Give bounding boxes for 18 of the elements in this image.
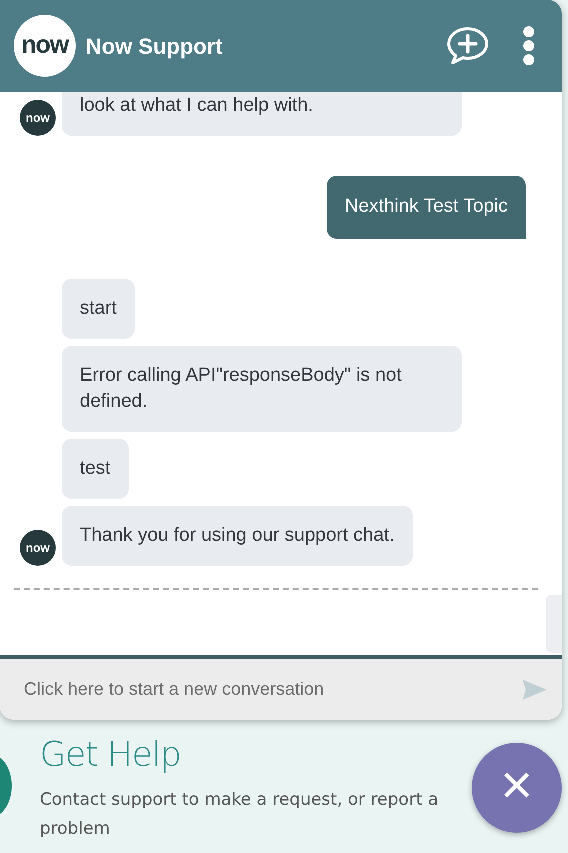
bot-message: Thank you for using our support chat.	[62, 506, 413, 566]
bot-message: Error calling API"responseBody" is not defined.	[62, 346, 462, 432]
bot-message: start	[62, 278, 135, 338]
page-heading: Get Help	[40, 734, 181, 777]
chat-title: Now Support	[86, 32, 224, 61]
bot-avatar: now	[20, 530, 56, 566]
logo: now	[14, 15, 76, 77]
user-message: Nexthink Test Topic	[327, 176, 526, 238]
message-composer[interactable]: Click here to start a new conversation	[0, 655, 562, 720]
message-input-field[interactable]: Click here to start a new conversation	[22, 675, 522, 704]
scrollbar-thumb[interactable]	[546, 595, 562, 653]
page-description: Contact support to make a request, or report a problem	[40, 789, 440, 841]
new-chat-icon[interactable]	[446, 27, 490, 65]
more-options-icon[interactable]	[522, 26, 536, 66]
bot-message: look at what I can help with.	[62, 92, 462, 136]
close-button[interactable]: ×	[472, 743, 562, 833]
bot-message: test	[62, 438, 129, 498]
bot-avatar: now	[20, 100, 56, 136]
